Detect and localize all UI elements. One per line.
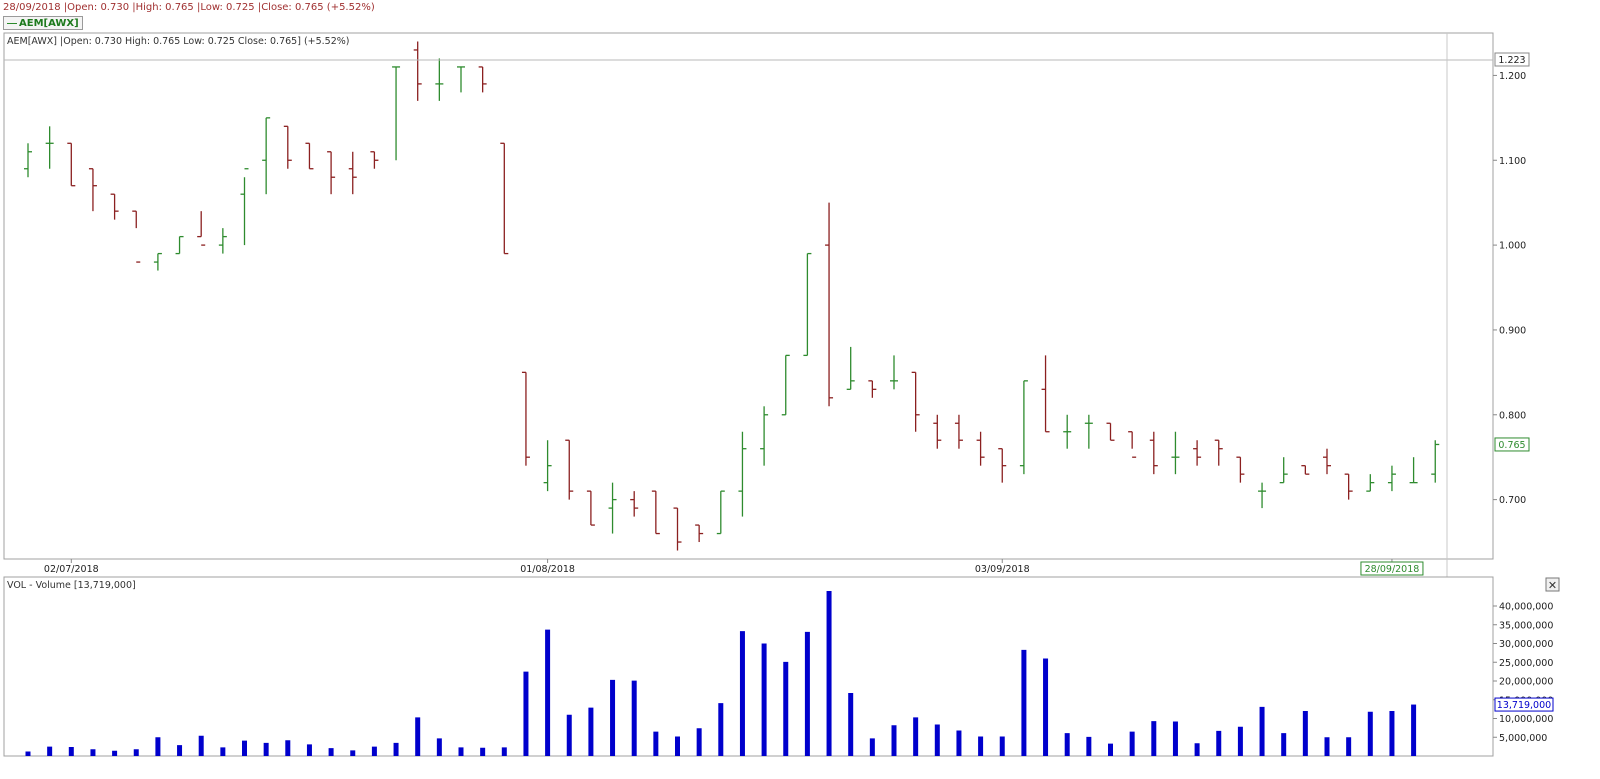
- price-axis-label: 0.700: [1499, 495, 1526, 506]
- volume-bar: [1389, 711, 1395, 756]
- price-panel-frame: [3, 32, 1494, 560]
- volume-bar: [1043, 658, 1049, 756]
- volume-bar: [1237, 726, 1243, 756]
- volume-bar: [112, 750, 118, 756]
- date-axis-label: 03/09/2018: [975, 564, 1030, 575]
- volume-bar: [1346, 737, 1352, 756]
- last-price-label: 0.765: [1498, 440, 1525, 451]
- volume-axis-label: 35,000,000: [1499, 620, 1553, 631]
- volume-bar: [956, 730, 962, 756]
- volume-bar: [891, 725, 897, 756]
- price-axis-label: 1.200: [1499, 71, 1526, 82]
- volume-axis-label: 20,000,000: [1499, 677, 1553, 688]
- volume-bar: [1021, 649, 1027, 756]
- volume-bar: [90, 749, 96, 756]
- volume-bar: [25, 751, 31, 756]
- volume-axis-label: 5,000,000: [1499, 733, 1547, 744]
- volume-bar: [263, 742, 269, 756]
- volume-bar: [610, 679, 616, 756]
- price-axis-label: 1.100: [1499, 156, 1526, 167]
- volume-bar: [826, 591, 832, 756]
- volume-bar: [1172, 721, 1178, 756]
- volume-bar: [501, 747, 507, 756]
- volume-bar: [1324, 737, 1330, 756]
- volume-bar: [1129, 731, 1135, 756]
- volume-bar: [328, 748, 334, 756]
- volume-axis-label: 25,000,000: [1499, 658, 1553, 669]
- price-axis-label: 0.900: [1499, 325, 1526, 336]
- volume-axis-label: 10,000,000: [1499, 714, 1553, 725]
- volume-bar: [155, 737, 161, 756]
- volume-bar: [761, 643, 767, 756]
- volume-last-label: 13,719,000: [1497, 700, 1551, 711]
- close-icon: ✕: [1548, 579, 1557, 592]
- volume-axis: 5,000,00010,000,00015,000,00020,000,0002…: [1493, 602, 1553, 744]
- volume-bar: [588, 707, 594, 756]
- volume-bar: [978, 736, 984, 756]
- volume-bar: [133, 749, 139, 756]
- volume-axis-label: 30,000,000: [1499, 639, 1553, 650]
- volume-bar: [804, 631, 810, 756]
- volume-bar: [393, 742, 399, 756]
- volume-bar: [47, 746, 53, 756]
- volume-bar: [285, 740, 291, 756]
- volume-bar: [718, 703, 724, 756]
- volume-bar: [739, 631, 745, 756]
- price-axis-label: 1.000: [1499, 241, 1526, 252]
- volume-bar: [1194, 743, 1200, 756]
- volume-bar: [1367, 711, 1373, 756]
- volume-bar: [675, 736, 680, 756]
- volume-bar: [458, 747, 464, 756]
- volume-bar: [631, 680, 637, 756]
- price-axis-label: 0.800: [1499, 410, 1526, 421]
- volume-bar: [523, 671, 529, 756]
- volume-axis-label: 40,000,000: [1499, 602, 1553, 613]
- volume-bar: [653, 731, 659, 756]
- volume-bar: [220, 747, 226, 756]
- volume-bar: [242, 740, 247, 756]
- volume-bar: [177, 745, 183, 756]
- date-axis-label: 28/09/2018: [1365, 564, 1420, 575]
- volume-bar: [436, 738, 442, 756]
- volume-bar: [934, 724, 940, 756]
- volume-bar: [306, 744, 312, 756]
- volume-bar: [1216, 730, 1222, 756]
- volume-bar: [999, 736, 1005, 756]
- volume-bar: [1086, 736, 1092, 756]
- volume-bar: [198, 735, 204, 756]
- volume-bar: [1411, 704, 1417, 756]
- volume-bar: [913, 717, 919, 756]
- volume-bar: [68, 747, 74, 756]
- volume-bar: [1064, 733, 1070, 756]
- volume-bar: [783, 661, 789, 756]
- volume-bar: [696, 728, 702, 756]
- volume-panel-title: VOL - Volume [13,719,000]: [7, 580, 136, 591]
- volume-bar: [1151, 721, 1157, 756]
- volume-bar: [545, 629, 551, 756]
- date-axis-label: 01/08/2018: [520, 564, 575, 575]
- volume-bar: [1302, 711, 1308, 756]
- stock-chart[interactable]: AEM[AWX] |Open: 0.730 High: 0.765 Low: 0…: [0, 0, 1600, 779]
- crosshair-value-label: 1.223: [1498, 55, 1525, 66]
- volume-bar: [1259, 706, 1265, 756]
- volume-bar: [566, 714, 572, 756]
- volume-bar: [350, 750, 356, 756]
- volume-bar: [415, 717, 421, 756]
- volume-bar: [848, 693, 854, 756]
- volume-bar: [1281, 733, 1287, 756]
- date-axis-label: 02/07/2018: [44, 564, 99, 575]
- date-axis: 02/07/2018 01/08/2018 03/09/2018 28/09/2018: [44, 559, 1424, 576]
- volume-bar: [371, 746, 377, 756]
- price-panel-title: AEM[AWX] |Open: 0.730 High: 0.765 Low: 0…: [7, 36, 350, 47]
- volume-panel-frame: [3, 576, 1494, 757]
- volume-bar: [480, 747, 486, 756]
- volume-bar: [1108, 743, 1113, 756]
- volume-bar: [869, 738, 875, 756]
